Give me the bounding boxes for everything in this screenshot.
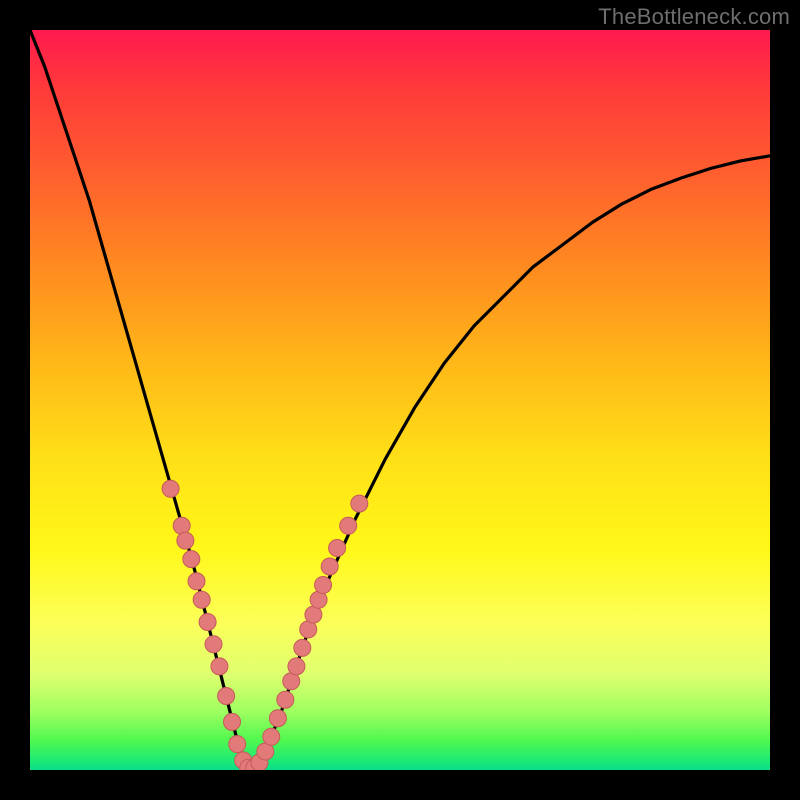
data-marker bbox=[193, 591, 210, 608]
data-marker bbox=[321, 558, 338, 575]
plot-area bbox=[30, 30, 770, 770]
data-marker bbox=[218, 688, 235, 705]
data-marker bbox=[340, 517, 357, 534]
data-marker bbox=[183, 551, 200, 568]
data-marker bbox=[294, 639, 311, 656]
bottleneck-curve bbox=[30, 30, 770, 770]
chart-svg bbox=[30, 30, 770, 770]
data-marker bbox=[224, 713, 241, 730]
data-marker bbox=[211, 658, 228, 675]
data-marker bbox=[199, 614, 216, 631]
data-marker bbox=[173, 517, 190, 534]
data-marker bbox=[277, 691, 294, 708]
data-marker bbox=[229, 736, 246, 753]
data-marker bbox=[269, 710, 286, 727]
watermark-text: TheBottleneck.com bbox=[598, 4, 790, 30]
chart-frame: TheBottleneck.com bbox=[0, 0, 800, 800]
data-marker bbox=[263, 728, 280, 745]
data-marker bbox=[329, 540, 346, 557]
data-marker bbox=[188, 573, 205, 590]
data-marker bbox=[315, 577, 332, 594]
data-marker bbox=[288, 658, 305, 675]
data-markers bbox=[162, 480, 368, 770]
data-marker bbox=[351, 495, 368, 512]
data-marker bbox=[177, 532, 194, 549]
data-marker bbox=[162, 480, 179, 497]
data-marker bbox=[205, 636, 222, 653]
